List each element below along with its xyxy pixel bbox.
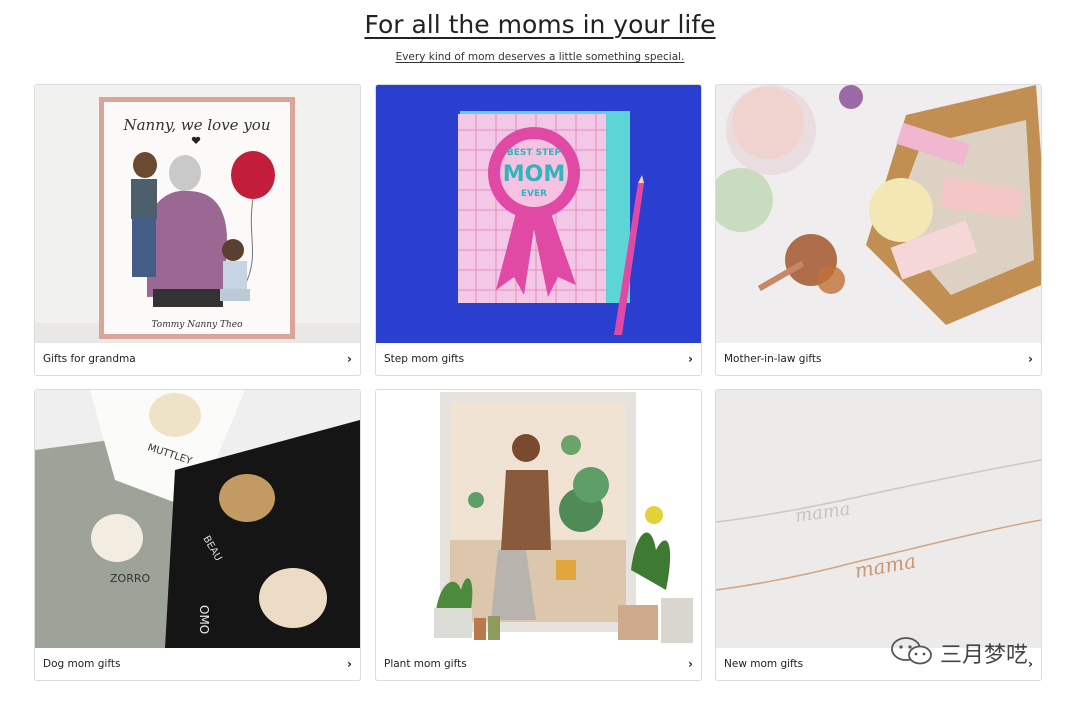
- card-image-plant-mom: [376, 390, 701, 648]
- card-image-mother-in-law: [716, 85, 1041, 343]
- card-footer[interactable]: Mother-in-law gifts ›: [716, 343, 1041, 375]
- card-footer[interactable]: Dog mom gifts ›: [35, 648, 360, 680]
- chevron-right-icon: ›: [1028, 657, 1033, 671]
- card-footer[interactable]: Gifts for grandma ›: [35, 343, 360, 375]
- card-image-dog-mom: MUTTLEY ZORRO BEAU OMO: [35, 390, 360, 648]
- category-card-mother-in-law-gifts[interactable]: Mother-in-law gifts ›: [715, 84, 1042, 376]
- print-names: Tommy Nanny Theo: [151, 320, 243, 330]
- chevron-right-icon: ›: [688, 657, 693, 671]
- watermark: 三月梦呓: [890, 636, 1029, 670]
- card-label: Step mom gifts: [384, 353, 465, 365]
- card-image-new-mom: mama mama: [716, 390, 1041, 648]
- chevron-right-icon: ›: [347, 657, 352, 671]
- card-label: New mom gifts: [724, 658, 804, 670]
- embroidery-name-4: OMO: [197, 605, 211, 634]
- category-card-dog-mom-gifts[interactable]: MUTTLEY ZORRO BEAU OMO Dog mom gifts ›: [34, 389, 361, 681]
- category-card-step-mom-gifts[interactable]: BEST STEP MOM EVER Step mom gifts ›: [375, 84, 702, 376]
- card-label: Plant mom gifts: [384, 658, 467, 670]
- card-image-step-mom: BEST STEP MOM EVER: [376, 85, 701, 343]
- page-title: For all the moms in your life: [364, 10, 716, 39]
- category-card-plant-mom-gifts[interactable]: Plant mom gifts ›: [375, 389, 702, 681]
- category-card-gifts-for-grandma[interactable]: Nanny, we love you Tommy Nanny Theo Gift…: [34, 84, 361, 376]
- watermark-text: 三月梦呓: [940, 643, 1029, 668]
- card-label: Gifts for grandma: [43, 353, 136, 365]
- wechat-icon: [890, 636, 934, 670]
- card-label: Mother-in-law gifts: [724, 353, 822, 365]
- chevron-right-icon: ›: [347, 352, 352, 366]
- rosette-main-text: MOM: [503, 162, 566, 187]
- rosette-top-text: BEST STEP: [507, 148, 562, 158]
- chevron-right-icon: ›: [688, 352, 693, 366]
- embroidery-name-2: ZORRO: [110, 572, 150, 585]
- page-subtitle-link[interactable]: Every kind of mom deserves a little some…: [0, 51, 1080, 63]
- card-image-grandma: Nanny, we love you Tommy Nanny Theo: [35, 85, 360, 343]
- rosette-bottom-text: EVER: [521, 189, 547, 199]
- card-footer[interactable]: Step mom gifts ›: [376, 343, 701, 375]
- card-footer[interactable]: Plant mom gifts ›: [376, 648, 701, 680]
- chevron-right-icon: ›: [1028, 352, 1033, 366]
- print-heading: Nanny, we love you: [122, 116, 270, 134]
- card-label: Dog mom gifts: [43, 658, 121, 670]
